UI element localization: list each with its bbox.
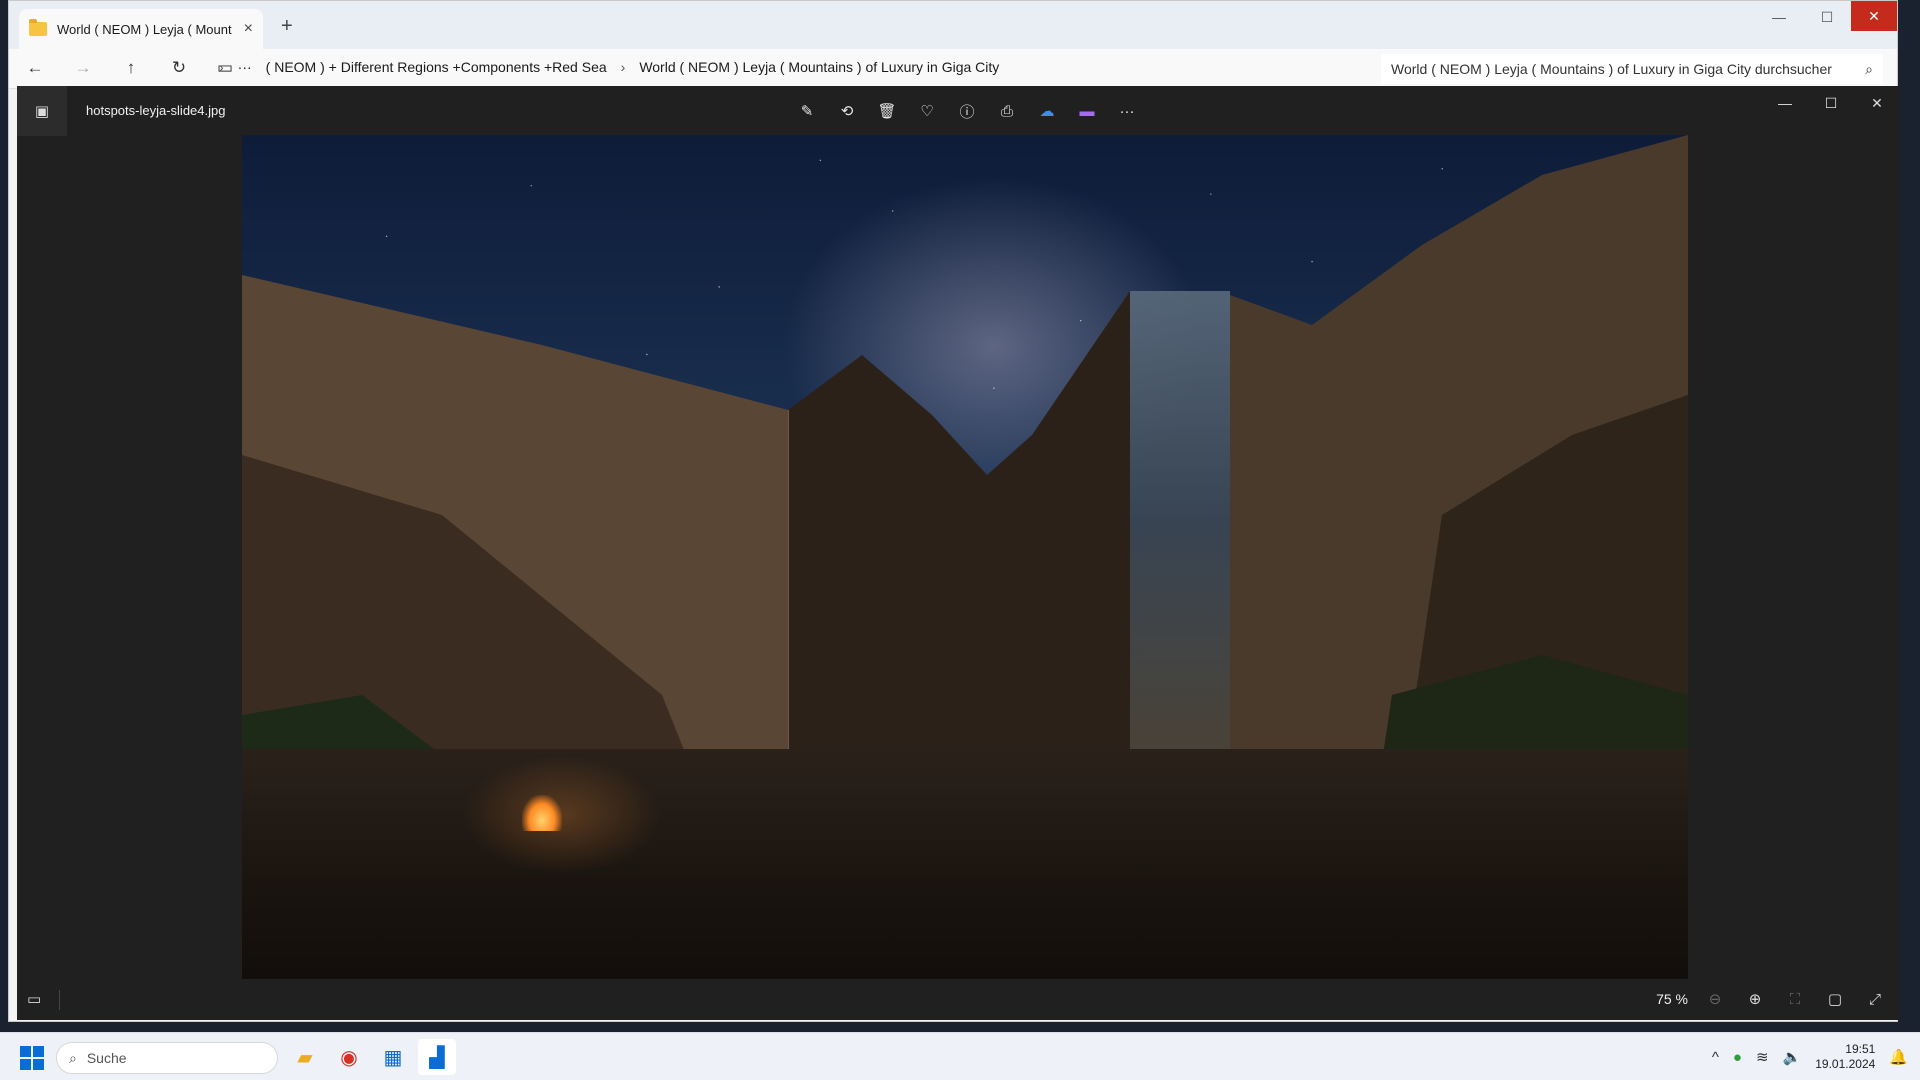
taskbar-apps: ▰ ◉ ▦ ▟ [286,1039,456,1075]
zoom-in-icon[interactable]: ⊕ [1742,986,1768,1012]
delete-icon[interactable]: 🗑 [873,97,901,125]
search-icon: ⌕ [1865,60,1873,77]
time: 19:51 [1845,1042,1876,1056]
viewer-maximize-button[interactable]: ☐ [1808,86,1854,120]
chevron-right-icon: › [219,59,224,75]
wifi-icon[interactable]: ≋ [1756,1048,1769,1066]
minimize-button[interactable]: — [1755,1,1803,33]
search-placeholder: Suche [86,1050,127,1066]
actual-size-icon[interactable]: ▢ [1822,986,1848,1012]
forward-button[interactable]: → [71,58,95,78]
explorer-search-input[interactable]: World ( NEOM ) Leyja ( Mountains ) of Lu… [1381,54,1883,84]
viewer-toolbar: ✎ ⟲ 🗑 ♡ ⓘ ⎙ ☁ ▬ ··· [793,97,1141,125]
viewer-close-button[interactable]: ✕ [1854,86,1900,120]
explorer-tabbar: World ( NEOM ) Leyja ( Mount × + — ☐ ✕ [9,1,1897,49]
new-tab-button[interactable]: + [281,15,293,38]
close-button[interactable]: ✕ [1851,1,1897,31]
notification-bell-icon[interactable]: 🔔 [1889,1048,1908,1066]
print-icon[interactable]: ⎙ [993,97,1021,125]
chevron-up-icon[interactable]: ^ [1712,1049,1719,1066]
favorite-icon[interactable]: ♡ [913,97,941,125]
breadcrumb-item[interactable]: World ( NEOM ) Leyja ( Mountains ) of Lu… [639,59,999,75]
security-icon[interactable]: ● [1733,1049,1742,1066]
viewer-bottombar: ▭ 75 % ⊖ ⊕ ⛶ ▢ ⤢ [17,980,1900,1020]
explorer-window-controls: — ☐ ✕ [1755,1,1897,33]
tab-title: World ( NEOM ) Leyja ( Mount [57,21,232,37]
center-canyon [788,291,1130,755]
up-button[interactable]: ↑ [119,58,143,78]
breadcrumb-item[interactable]: ( NEOM ) + Different Regions +Components… [266,59,607,75]
address-bar: ← → ↑ ↻ ▭ › ··· ( NEOM ) + Different Reg… [9,49,1897,89]
store-icon[interactable]: ▦ [374,1039,412,1075]
tab-close-icon[interactable]: × [244,20,253,38]
file-name: hotspots-leyja-slide4.jpg [86,103,226,118]
refresh-button[interactable]: ↻ [167,58,191,78]
rotate-icon[interactable]: ⟲ [833,97,861,125]
filmstrip-icon[interactable]: ▭ [27,990,41,1008]
clipchamp-icon[interactable]: ▬ [1073,97,1101,125]
more-icon[interactable]: ··· [1113,97,1141,125]
search-text: World ( NEOM ) Leyja ( Mountains ) of Lu… [1391,61,1832,77]
date: 19.01.2024 [1815,1057,1876,1071]
clock[interactable]: 19:51 19.01.2024 [1815,1042,1875,1072]
system-tray: ^ ● ≋ 🔈 19:51 19.01.2024 🔔 [1712,1033,1920,1080]
overflow-breadcrumb[interactable]: ··· [238,59,252,75]
taskbar: ⌕ Suche ▰ ◉ ▦ ▟ ^ ● ≋ 🔈 19:51 19.01.2024… [0,1032,1920,1080]
viewer-titlebar: ▣ hotspots-leyja-slide4.jpg ✎ ⟲ 🗑 ♡ ⓘ ⎙ … [17,86,1900,136]
onedrive-icon[interactable]: ☁ [1033,97,1061,125]
edit-icon[interactable]: ✎ [793,97,821,125]
photos-taskbar-icon[interactable]: ▟ [418,1039,456,1075]
divider [59,990,60,1010]
zoom-controls: 75 % ⊖ ⊕ ⛶ ▢ ⤢ [1652,986,1888,1012]
zoom-level: 75 % [1656,991,1688,1007]
folder-icon [29,19,47,36]
taskbar-search-input[interactable]: ⌕ Suche [56,1042,278,1074]
explorer-tab[interactable]: World ( NEOM ) Leyja ( Mount × [19,9,263,49]
viewer-minimize-button[interactable]: — [1762,86,1808,120]
canyon-floor [242,749,1688,979]
viewer-window-controls: — ☐ ✕ [1762,86,1900,120]
maximize-button[interactable]: ☐ [1803,1,1851,33]
windows-start-icon[interactable] [20,1046,44,1070]
chevron-right-icon: › [620,59,626,75]
fire-glow [462,755,662,875]
fit-to-window-icon[interactable]: ⛶ [1782,986,1808,1012]
chrome-icon[interactable]: ◉ [330,1039,368,1075]
search-icon: ⌕ [69,1049,77,1066]
photos-viewer-window: ▣ hotspots-leyja-slide4.jpg ✎ ⟲ 🗑 ♡ ⓘ ⎙ … [17,86,1900,1020]
zoom-out-icon[interactable]: ⊖ [1702,986,1728,1012]
campfire [522,795,562,831]
mirror-building [1130,291,1230,751]
file-explorer-icon[interactable]: ▰ [286,1039,324,1075]
info-icon[interactable]: ⓘ [953,97,981,125]
photos-app-icon[interactable]: ▣ [17,86,67,136]
breadcrumb: › ··· ( NEOM ) + Different Regions +Comp… [219,59,999,75]
fullscreen-icon[interactable]: ⤢ [1862,986,1888,1012]
volume-icon[interactable]: 🔈 [1783,1048,1802,1066]
photo-canvas[interactable] [242,135,1688,979]
back-button[interactable]: ← [23,58,47,78]
